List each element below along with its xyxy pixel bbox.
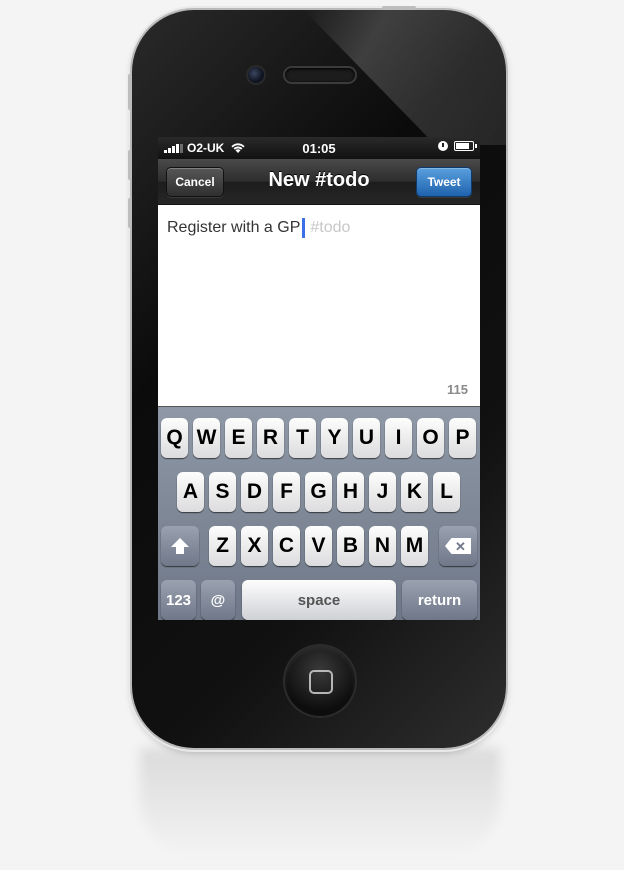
key-g[interactable]: G [305,472,332,512]
battery-icon [454,141,477,151]
compose-text: Register with a GP [167,219,301,236]
keyboard: Q W E R T Y U I O P A S D F G H J K L Z … [158,406,480,620]
key-p[interactable]: P [449,418,476,458]
volume-down-button [128,198,132,228]
backspace-icon: ✕ [445,538,471,554]
key-d[interactable]: D [241,472,268,512]
key-j[interactable]: J [369,472,396,512]
key-z[interactable]: Z [209,526,236,566]
sleep-button [382,6,416,10]
key-f[interactable]: F [273,472,300,512]
at-key[interactable]: @ [201,580,235,620]
key-c[interactable]: C [273,526,300,566]
mute-switch [128,74,132,110]
alarm-clock-icon [438,141,448,151]
key-h[interactable]: H [337,472,364,512]
character-count: 115 [447,382,468,397]
key-x[interactable]: X [241,526,268,566]
key-n[interactable]: N [369,526,396,566]
volume-up-button [128,150,132,180]
home-button-icon [309,670,333,694]
key-m[interactable]: M [401,526,428,566]
phone-reflection [140,748,500,858]
numbers-key[interactable]: 123 [161,580,196,620]
key-b[interactable]: B [337,526,364,566]
status-bar: O2-UK 01:05 [158,137,480,159]
key-t[interactable]: T [289,418,316,458]
space-key[interactable]: space [242,580,396,620]
key-k[interactable]: K [401,472,428,512]
shift-key[interactable] [161,526,199,566]
key-e[interactable]: E [225,418,252,458]
return-key[interactable]: return [402,580,477,620]
hashtag-suffix: #todo [310,219,351,236]
tweet-button[interactable]: Tweet [416,167,472,197]
front-camera [248,67,264,83]
key-r[interactable]: R [257,418,284,458]
shift-icon [171,536,189,556]
text-cursor [302,218,306,238]
phone-screen: O2-UK 01:05 Cancel New #todo Tweet Regis… [158,137,480,620]
earpiece-speaker [285,68,355,82]
key-l[interactable]: L [433,472,460,512]
key-y[interactable]: Y [321,418,348,458]
key-w[interactable]: W [193,418,220,458]
key-o[interactable]: O [417,418,444,458]
key-s[interactable]: S [209,472,236,512]
key-a[interactable]: A [177,472,204,512]
key-u[interactable]: U [353,418,380,458]
status-time: 01:05 [302,140,336,156]
key-q[interactable]: Q [161,418,188,458]
compose-text-area[interactable]: Register with a GP #todo 115 [158,205,480,406]
backspace-key[interactable]: ✕ [439,526,477,566]
navigation-bar: Cancel New #todo Tweet [158,159,480,205]
home-button[interactable] [285,646,355,716]
key-v[interactable]: V [305,526,332,566]
key-i[interactable]: I [385,418,412,458]
